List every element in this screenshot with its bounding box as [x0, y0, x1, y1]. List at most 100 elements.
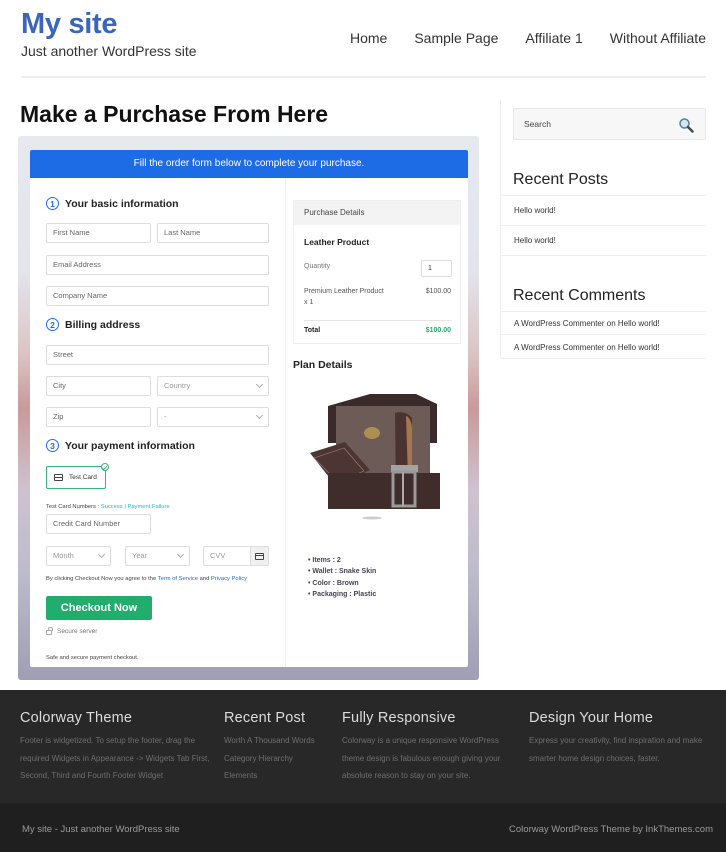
site-title[interactable]: My site [21, 8, 118, 41]
email-input[interactable]: Email Address [46, 255, 269, 275]
terms-link[interactable]: Term of Service [158, 576, 198, 582]
checkout-hero: Fill the order form below to complete yo… [18, 136, 479, 680]
nav-sample-page[interactable]: Sample Page [414, 30, 498, 46]
sidebar-divider [501, 195, 706, 196]
order-banner: Fill the order form below to complete yo… [30, 150, 468, 178]
footer-col-responsive: Fully Responsive Colorway is a unique re… [342, 710, 517, 785]
footer-text: Colorway is a unique responsive WordPres… [342, 736, 501, 780]
purchase-details: Purchase Details Leather Product Quantit… [293, 200, 461, 344]
footer-col-recent-post: Recent Post Worth A Thousand Words Categ… [224, 710, 334, 785]
state-select[interactable]: - [157, 407, 269, 427]
footer: Colorway Theme Footer is widgetized. To … [0, 690, 726, 803]
sidebar-divider [501, 225, 706, 226]
recent-comment-link[interactable]: A WordPress Commenter on Hello world! [514, 319, 660, 328]
plan-item: Packaging : Plastic [308, 589, 376, 600]
site-tagline: Just another WordPress site [21, 43, 197, 59]
zip-input[interactable]: Zip [46, 407, 151, 427]
recent-comments-heading: Recent Comments [513, 287, 646, 304]
footer-heading: Design Your Home [529, 710, 654, 726]
step-number: 1 [46, 197, 59, 210]
company-input[interactable]: Company Name [46, 286, 269, 306]
chevron-down-icon [255, 411, 264, 420]
test-card-numbers: Test Card Numbers : Success | Payment Fa… [46, 504, 170, 510]
step-number: 3 [46, 439, 59, 452]
line-item-qty: x 1 [304, 299, 314, 306]
chevron-down-icon [97, 550, 106, 559]
card-number-input[interactable]: Credit Card Number [46, 514, 151, 534]
footer-post-link[interactable]: Category Hierarchy [224, 750, 334, 768]
quantity-label: Quantity [304, 263, 331, 270]
footer-heading: Fully Responsive [342, 710, 456, 726]
quantity-input[interactable]: 1 [421, 260, 452, 277]
footer-heading: Recent Post [224, 710, 306, 726]
secure-server-label: Secure server [57, 628, 98, 635]
footer-site-credit: My site - Just another WordPress site [22, 824, 180, 835]
chevron-down-icon [176, 550, 185, 559]
plan-details-list: Items : 2 Wallet : Snake Skin Color : Br… [308, 555, 376, 600]
sidebar-divider [501, 255, 706, 256]
agreement-prefix: By clicking Checkout Now you agree to th… [46, 576, 157, 582]
first-name-input[interactable]: First Name [46, 223, 151, 243]
test-failure-link[interactable]: Payment Failure [127, 504, 169, 510]
nav-without-affiliate[interactable]: Without Affiliate [610, 30, 706, 46]
nav-home[interactable]: Home [350, 30, 387, 46]
step-number: 2 [46, 318, 59, 331]
step-title: Your basic information [65, 197, 179, 210]
test-success-link[interactable]: Success [101, 504, 123, 510]
page-title: Make a Purchase From Here [20, 101, 329, 127]
recent-post-link[interactable]: Hello world! [514, 206, 556, 215]
cvv-card-icon [250, 547, 268, 565]
step-payment: 3 Your payment information [46, 439, 195, 452]
city-input[interactable]: City [46, 376, 151, 396]
plan-item: Items : 2 [308, 555, 376, 566]
checkout-now-button[interactable]: Checkout Now [46, 596, 152, 620]
step-title: Billing address [65, 318, 141, 331]
last-name-input[interactable]: Last Name [157, 223, 269, 243]
step-basic-info: 1 Your basic information [46, 197, 179, 210]
safe-checkout-text: Safe and secure payment checkout. [46, 655, 139, 661]
footer-post-link[interactable]: Worth A Thousand Words [224, 732, 334, 750]
total-label: Total [304, 327, 321, 334]
recent-post-link[interactable]: Hello world! [514, 236, 556, 245]
header-divider [21, 76, 706, 78]
check-circle-icon [101, 463, 109, 471]
chevron-down-icon [255, 380, 264, 389]
recent-comment-link[interactable]: A WordPress Commenter on Hello world! [514, 343, 660, 352]
cvv-placeholder: CVV [210, 551, 226, 560]
test-card-label: Test Card Numbers : [46, 504, 100, 510]
street-input[interactable]: Street [46, 345, 269, 365]
year-select-label: Year [132, 551, 148, 560]
purchase-divider [304, 320, 452, 321]
payment-method-label: Test Card [69, 474, 97, 481]
search-input[interactable]: Search [513, 108, 706, 140]
nav-affiliate-1[interactable]: Affiliate 1 [525, 30, 582, 46]
plan-details-heading: Plan Details [293, 359, 353, 371]
month-select-label: Month [53, 551, 74, 560]
footer-text: Footer is widgetized. To setup the foote… [20, 736, 210, 780]
step-billing: 2 Billing address [46, 318, 140, 331]
cvv-input[interactable]: CVV [203, 546, 269, 566]
search-placeholder: Search [524, 119, 551, 129]
footer-post-link[interactable]: Elements [224, 767, 334, 785]
plan-item: Color : Brown [308, 578, 376, 589]
line-item-price: $100.00 [425, 288, 451, 295]
footer-text: Express your creativity, find inspiratio… [529, 736, 703, 763]
line-item-name: Premium Leather Product [304, 288, 384, 295]
payment-method-test-card[interactable]: Test Card [46, 463, 109, 489]
search-icon[interactable] [678, 117, 694, 133]
lock-icon [46, 627, 53, 635]
purchase-details-heading: Purchase Details [294, 201, 460, 225]
credit-card-icon [54, 474, 63, 481]
footer-col-colorway: Colorway Theme Footer is widgetized. To … [20, 710, 215, 785]
year-select[interactable]: Year [125, 546, 190, 566]
product-image [310, 394, 440, 520]
country-select[interactable]: Country [157, 376, 269, 396]
state-select-label: - [164, 412, 167, 421]
agreement-and: and [199, 576, 210, 582]
footer-col-design-home: Design Your Home Express your creativity… [529, 710, 721, 767]
product-name: Leather Product [304, 237, 370, 247]
privacy-link[interactable]: Privacy Policy [211, 576, 247, 582]
sidebar-divider [501, 334, 706, 335]
month-select[interactable]: Month [46, 546, 111, 566]
footer-theme-credit[interactable]: Colorway WordPress Theme by InkThemes.co… [509, 824, 713, 835]
